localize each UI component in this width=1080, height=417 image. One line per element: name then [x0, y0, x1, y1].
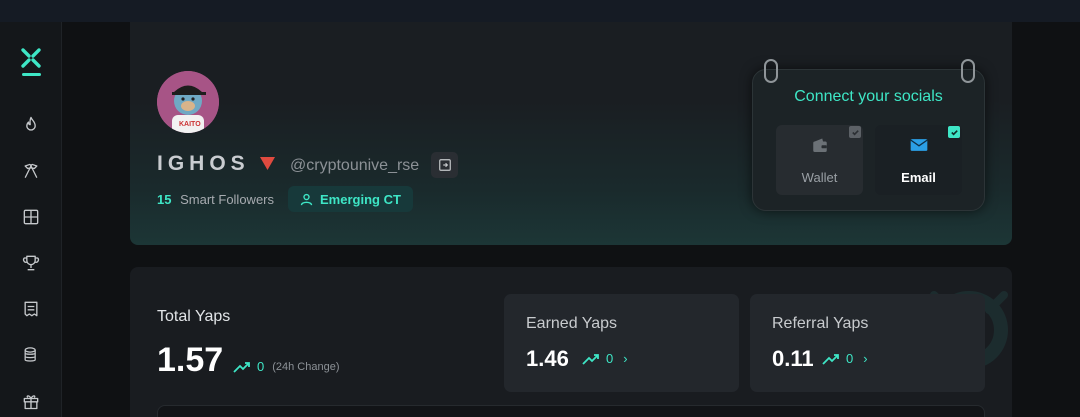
- profile-card: KAITO IGHOS @cryptounive_rse 15 Smart Fo…: [130, 22, 1012, 245]
- check-icon: [849, 126, 861, 138]
- earned-yaps-card[interactable]: Earned Yaps 1.46 0 ›: [504, 294, 739, 392]
- avatar[interactable]: KAITO: [157, 71, 219, 133]
- binder-ring-left-icon: [764, 59, 778, 83]
- flame-icon[interactable]: [20, 114, 42, 136]
- smart-followers: 15 Smart Followers: [157, 192, 274, 207]
- email-tile[interactable]: Email: [875, 125, 962, 195]
- coins-stack-icon[interactable]: [20, 344, 42, 366]
- earned-yaps-label: Earned Yaps: [526, 315, 618, 332]
- socials-title: Connect your socials: [794, 88, 943, 105]
- total-yaps-change: 0: [257, 359, 265, 374]
- smart-followers-count: 15: [157, 192, 172, 207]
- crossed-flags-icon[interactable]: [20, 160, 42, 182]
- top-bar: [0, 0, 1080, 22]
- earned-yaps-value: 1.46: [526, 346, 569, 371]
- grid-layout-icon[interactable]: [20, 206, 42, 228]
- referral-yaps-card[interactable]: Referral Yaps 0.11 0 ›: [750, 294, 985, 392]
- user-handle: @cryptounive_rse: [290, 157, 420, 174]
- status-badge: Emerging CT: [288, 186, 413, 212]
- user-icon: [300, 193, 313, 205]
- chevron-right-icon[interactable]: ›: [863, 351, 867, 366]
- smart-followers-label: Smart Followers: [180, 192, 275, 207]
- wallet-tile[interactable]: Wallet: [776, 125, 863, 195]
- sidebar: [0, 22, 62, 417]
- trend-up-icon: [233, 361, 250, 373]
- check-icon: [948, 126, 960, 138]
- x-logo-icon[interactable]: [19, 46, 43, 76]
- trophy-icon[interactable]: [20, 252, 42, 274]
- rank-triangle-icon: [260, 157, 275, 170]
- document-list-icon[interactable]: [20, 298, 42, 320]
- earned-yaps-trend: 0 ›: [582, 351, 628, 366]
- connect-socials-panel: Connect your socials Wallet Email: [752, 59, 985, 211]
- trend-up-icon: [822, 353, 839, 365]
- total-yaps-trend: 0 (24h Change): [233, 359, 340, 374]
- referral-yaps-label: Referral Yaps: [772, 315, 869, 332]
- envelope-icon: [875, 137, 962, 153]
- yaps-chart-container: [157, 405, 985, 417]
- badge-label: Emerging CT: [320, 191, 401, 207]
- total-yaps-value: 1.57: [157, 341, 224, 379]
- referral-yaps-value: 0.11: [772, 346, 814, 371]
- username: IGHOS: [157, 152, 250, 175]
- referral-yaps-trend: 0 ›: [822, 351, 868, 366]
- logout-button[interactable]: [431, 152, 458, 178]
- earned-yaps-change: 0: [606, 351, 614, 366]
- chevron-right-icon[interactable]: ›: [623, 351, 627, 366]
- gift-icon[interactable]: [20, 390, 42, 412]
- referral-yaps-change: 0: [846, 351, 854, 366]
- binder-ring-right-icon: [961, 59, 975, 83]
- logo-active-indicator: [22, 73, 41, 76]
- change-period-label: (24h Change): [272, 360, 340, 373]
- yaps-card: Total Yaps 1.57 0 (24h Change) Earned Ya…: [130, 267, 1012, 417]
- total-yaps-label: Total Yaps: [157, 308, 231, 325]
- wallet-icon: [776, 137, 863, 155]
- wallet-label: Wallet: [801, 170, 838, 185]
- trend-up-icon: [582, 353, 599, 365]
- email-label: Email: [901, 170, 936, 185]
- svg-text:KAITO: KAITO: [179, 121, 201, 128]
